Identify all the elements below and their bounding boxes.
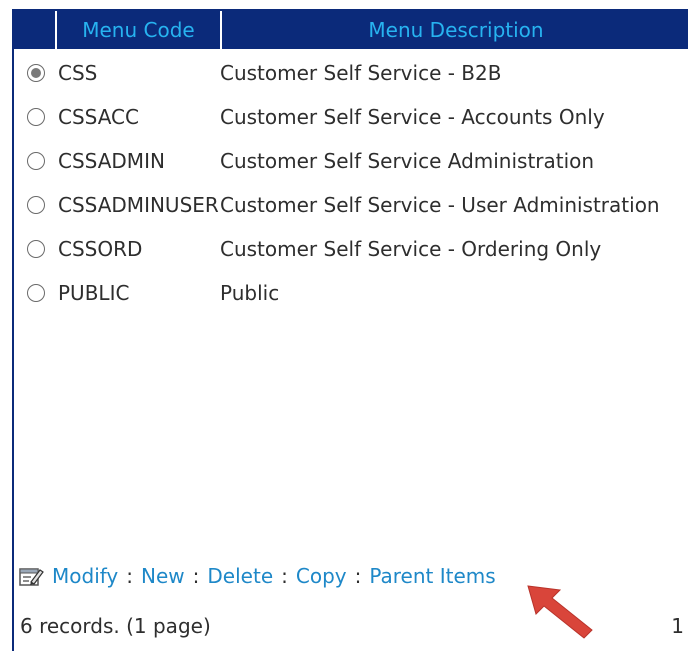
row-radio[interactable] xyxy=(27,108,45,126)
table-row[interactable]: CSSADMINUSER Customer Self Service - Use… xyxy=(14,183,688,227)
modify-link[interactable]: Modify xyxy=(52,564,118,588)
action-separator: : xyxy=(281,564,288,588)
menu-description-cell: Customer Self Service Administration xyxy=(220,149,595,173)
menu-description-cell: Public xyxy=(220,281,280,305)
edit-form-icon[interactable] xyxy=(18,564,44,588)
menu-description-cell: Customer Self Service - Accounts Only xyxy=(220,105,605,129)
table-body: CSS Customer Self Service - B2B CSSACC C… xyxy=(14,51,688,315)
delete-link[interactable]: Delete xyxy=(207,564,273,588)
table-row[interactable]: CSSADMIN Customer Self Service Administr… xyxy=(14,139,688,183)
menu-code-cell: CSSADMIN xyxy=(58,149,165,173)
select-column-header xyxy=(14,11,57,49)
menu-code-cell: CSSORD xyxy=(58,237,143,261)
menu-list-panel: Menu Code Menu Description CSS Customer … xyxy=(12,9,688,651)
row-radio[interactable] xyxy=(27,284,45,302)
new-link[interactable]: New xyxy=(141,564,185,588)
row-radio[interactable] xyxy=(27,152,45,170)
table-row[interactable]: CSSACC Customer Self Service - Accounts … xyxy=(14,95,688,139)
action-separator: : xyxy=(192,564,200,588)
menu-description-cell: Customer Self Service - User Administrat… xyxy=(220,193,660,217)
menu-description-cell: Customer Self Service - B2B xyxy=(220,61,502,85)
row-radio[interactable] xyxy=(27,196,45,214)
menu-code-cell: CSS xyxy=(58,61,98,85)
table-row[interactable]: CSS Customer Self Service - B2B xyxy=(14,51,688,95)
table-row[interactable]: CSSORD Customer Self Service - Ordering … xyxy=(14,227,688,271)
action-separator: : xyxy=(354,564,362,588)
row-radio[interactable] xyxy=(27,240,45,258)
table-header: Menu Code Menu Description xyxy=(14,11,688,49)
action-separator: : xyxy=(126,564,134,588)
row-radio[interactable] xyxy=(27,64,45,82)
menu-description-cell: Customer Self Service - Ordering Only xyxy=(220,237,602,261)
menu-code-cell: PUBLIC xyxy=(58,281,130,305)
menu-description-column-header[interactable]: Menu Description xyxy=(222,11,688,49)
page-number[interactable]: 1 xyxy=(671,611,684,641)
copy-link[interactable]: Copy xyxy=(296,564,347,588)
red-arrow-icon xyxy=(527,585,593,639)
menu-code-cell: CSSACC xyxy=(58,105,139,129)
table-row[interactable]: PUBLIC Public xyxy=(14,271,688,315)
record-count: 6 records. (1 page) xyxy=(20,614,211,638)
menu-code-cell: CSSADMINUSER xyxy=(58,193,219,217)
parent-items-link[interactable]: Parent Items xyxy=(369,564,495,588)
action-bar: Modify : New : Delete : Copy : Parent It… xyxy=(18,561,496,591)
menu-code-column-header[interactable]: Menu Code xyxy=(57,11,222,49)
